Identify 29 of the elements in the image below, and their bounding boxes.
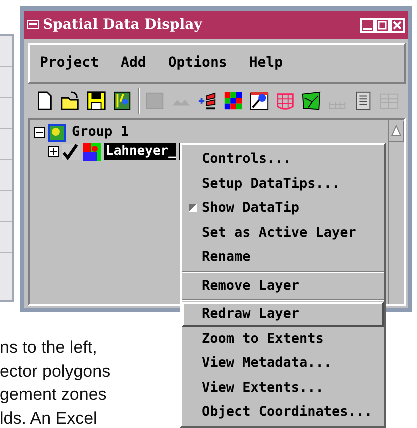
- close-button[interactable]: [390, 18, 405, 32]
- menu-item[interactable]: Redraw Layer: [182, 302, 384, 326]
- tree-item-label[interactable]: Group 1: [69, 122, 132, 143]
- menu-item[interactable]: Help: [249, 53, 284, 74]
- map-tool-icon[interactable]: [112, 90, 133, 112]
- color-grid-icon[interactable]: [223, 90, 244, 112]
- window-menu-icon[interactable]: [27, 20, 39, 30]
- text-line: gement zones: [0, 384, 108, 406]
- minimize-button[interactable]: [360, 18, 375, 32]
- menu-item[interactable]: Options: [168, 53, 228, 74]
- menu-item[interactable]: Add: [121, 53, 146, 74]
- layer-icon: [83, 142, 101, 160]
- add-layer-icon[interactable]: [197, 90, 218, 112]
- visibility-checkbox[interactable]: [62, 144, 80, 160]
- menu-item[interactable]: Project: [40, 53, 100, 74]
- text-line: ns to the left,: [0, 337, 98, 359]
- scroll-up-icon[interactable]: [389, 120, 405, 143]
- text-line: ector polygons: [0, 360, 111, 382]
- folder-icon[interactable]: [60, 90, 81, 112]
- scrollbar[interactable]: [388, 120, 404, 304]
- pin-icon[interactable]: [249, 90, 270, 112]
- terrain-icon[interactable]: [301, 90, 322, 112]
- expand-icon[interactable]: [48, 146, 59, 157]
- save-icon[interactable]: [86, 90, 107, 112]
- group-map-icon: [48, 124, 66, 142]
- maximize-button[interactable]: [375, 18, 390, 32]
- text-line: lds. An Excel: [0, 408, 98, 428]
- collapse-icon[interactable]: [34, 127, 45, 138]
- window-title: Spatial Data Display: [43, 16, 202, 34]
